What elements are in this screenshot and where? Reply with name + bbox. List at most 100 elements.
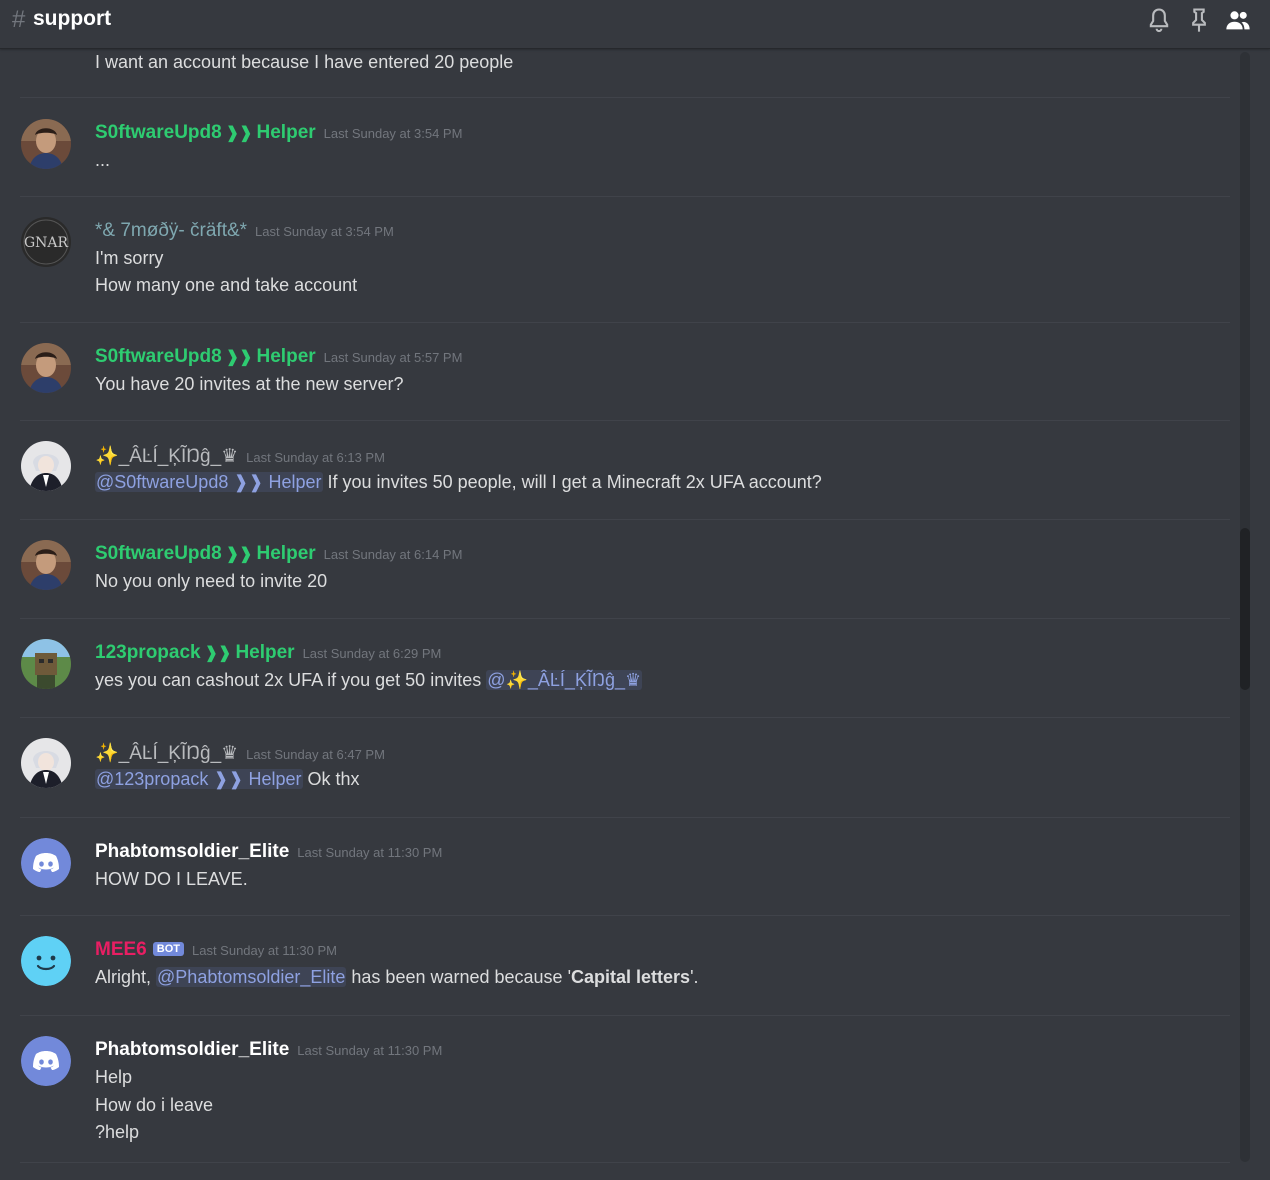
user-mention[interactable]: @123propack ❱❱ Helper	[95, 769, 303, 789]
message-divider	[20, 1162, 1230, 1163]
message-text: Alright, @Phabtomsoldier_Elite has been …	[95, 967, 699, 988]
user-mention[interactable]: @S0ftwareUpd8 ❱❱ Helper	[95, 472, 323, 492]
message-text: ...	[95, 150, 111, 170]
message-text: HOW DO I LEAVE.	[95, 869, 248, 889]
message-header: S0ftwareUpd8 ❱❱ Helper Last Sunday at 5:57 …	[95, 346, 462, 370]
timestamp: Last Sunday at 6:13 PM	[246, 450, 385, 465]
members-icon[interactable]	[1224, 6, 1252, 34]
role-label: Helper	[256, 122, 316, 143]
message-text-before: yes you can cashout 2x UFA if you get 50…	[95, 670, 487, 690]
timestamp: Last Sunday at 11:30 PM	[297, 845, 443, 860]
user-avatar[interactable]	[21, 441, 71, 491]
username[interactable]: Phabtomsoldier_Elite	[95, 841, 289, 862]
timestamp: Last Sunday at 11:30 PM	[297, 1043, 443, 1058]
role-chevron-icon: ❱❱	[225, 349, 253, 366]
message-header: Phabtomsoldier_Elite Last Sunday at 11:30…	[95, 1039, 442, 1063]
username[interactable]: S0ftwareUpd8	[95, 346, 222, 367]
role-label: Helper	[256, 543, 316, 564]
bot-tag: BOT	[152, 942, 184, 956]
scrollbar-thumb[interactable]	[1240, 528, 1250, 690]
username[interactable]: Phabtomsoldier_Elite	[95, 1039, 289, 1060]
timestamp: Last Sunday at 6:47 PM	[246, 747, 385, 762]
username[interactable]: S0ftwareUpd8	[95, 122, 222, 143]
user-avatar[interactable]	[21, 738, 71, 788]
timestamp: Last Sunday at 6:29 PM	[302, 646, 442, 661]
timestamp: Last Sunday at 5:57 PM	[323, 350, 463, 365]
message-divider	[20, 717, 1230, 718]
message[interactable]: Phabtomsoldier_Elite Last Sunday at 11:30…	[20, 1036, 1230, 1166]
message[interactable]: S0ftwareUpd8 ❱❱ Helper Last Sunday at 6:14 …	[20, 540, 1230, 620]
message-header: *& 7møðÿ- čräft&* Last Sunday at 3:54 PM	[95, 220, 394, 244]
user-avatar[interactable]	[21, 119, 71, 169]
message-text: I want an account because I have entered…	[95, 52, 514, 72]
message-divider	[20, 97, 1230, 98]
message-header: ✨_ÂĿÍ_ĶĨŊĝ_♛ Last Sunday at 6:13 PM	[95, 444, 385, 468]
timestamp: Last Sunday at 3:54 PM	[255, 224, 394, 239]
role-chevron-icon: ❱❱	[225, 125, 253, 142]
message-header: ✨_ÂĿÍ_ĶĨŊĝ_♛ Last Sunday at 6:47 PM	[95, 741, 385, 765]
user-avatar[interactable]: GNAR	[21, 217, 71, 267]
bot-avatar[interactable]	[21, 936, 71, 986]
timestamp: Last Sunday at 11:30 PM	[191, 943, 338, 958]
pin-icon[interactable]	[1185, 6, 1213, 34]
message-text: I'm sorry	[95, 248, 164, 268]
message-divider	[20, 322, 1230, 323]
username[interactable]: MEE6	[95, 939, 147, 960]
message-text: No you only need to invite 20	[95, 571, 328, 591]
user-avatar[interactable]	[21, 540, 71, 590]
discord-default-avatar[interactable]	[21, 838, 71, 888]
message-header: 123propack ❱❱ Helper Last Sunday at 6:29 PM	[95, 642, 441, 666]
message[interactable]: S0ftwareUpd8 ❱❱ Helper Last Sunday at 3:54 …	[20, 119, 1230, 199]
username[interactable]: ✨_ÂĿÍ_ĶĨŊĝ_♛	[95, 743, 238, 764]
message[interactable]: MEE6 BOT Last Sunday at 11:30 PM Alright, …	[20, 936, 1230, 1016]
message-text: Help	[95, 1067, 133, 1087]
role-chevron-icon: ❱❱	[225, 546, 253, 563]
message-text: @123propack ❱❱ Helper Ok thx	[95, 769, 360, 790]
role-chevron-icon: ❱❱	[204, 645, 232, 662]
message[interactable]: ✨_ÂĿÍ_ĶĨŊĝ_♛ Last Sunday at 6:13 PM @S0ft…	[20, 441, 1230, 521]
message[interactable]: GNAR *& 7møðÿ- čräft&* Last Sunday at 3:5…	[20, 217, 1230, 327]
channel-name: support	[33, 7, 112, 30]
message-divider	[20, 817, 1230, 818]
message-text-after: '.	[690, 967, 699, 987]
username[interactable]: S0ftwareUpd8	[95, 543, 222, 564]
message-divider	[20, 420, 1230, 421]
message-header: MEE6 BOT Last Sunday at 11:30 PM	[95, 939, 337, 963]
message-divider	[20, 1015, 1230, 1016]
user-mention[interactable]: @Phabtomsoldier_Elite	[156, 967, 347, 987]
message-text-after: If you invites 50 people, will I get a M…	[322, 472, 822, 492]
message-text: You have 20 invites at the new server?	[95, 374, 404, 394]
username[interactable]: ✨_ÂĿÍ_ĶĨŊĝ_♛	[95, 446, 238, 467]
user-mention[interactable]: @✨_ÂĿÍ_ĶĨŊĝ_♛	[486, 670, 643, 690]
bell-icon[interactable]	[1145, 6, 1173, 34]
message-text: How many one and take account	[95, 275, 358, 295]
role-label: Helper	[256, 346, 316, 367]
username[interactable]: 123propack	[95, 642, 201, 663]
message-text-mid: has been warned because '	[346, 967, 572, 987]
bold-text: Capital letters	[571, 967, 691, 987]
message[interactable]: I want an account because I have entered…	[20, 49, 1230, 99]
message[interactable]: S0ftwareUpd8 ❱❱ Helper Last Sunday at 5:57 …	[20, 343, 1230, 423]
timestamp: Last Sunday at 6:14 PM	[323, 547, 463, 562]
user-avatar[interactable]	[21, 639, 71, 689]
message-divider	[20, 519, 1230, 520]
user-avatar[interactable]	[21, 343, 71, 393]
message-divider	[20, 196, 1230, 197]
channel-hash-icon: #	[12, 6, 26, 33]
message-text: yes you can cashout 2x UFA if you get 50…	[95, 670, 643, 691]
message-divider	[20, 618, 1230, 619]
message[interactable]: ✨_ÂĿÍ_ĶĨŊĝ_♛ Last Sunday at 6:47 PM @123p…	[20, 738, 1230, 818]
message-text: @S0ftwareUpd8 ❱❱ Helper If you invites 5…	[95, 472, 822, 493]
message-text: How do i leave	[95, 1095, 214, 1115]
message-header: S0ftwareUpd8 ❱❱ Helper Last Sunday at 3:54 …	[95, 122, 462, 146]
channel-header: # support	[0, 0, 1270, 49]
message-text-before: Alright,	[95, 967, 157, 987]
discord-default-avatar[interactable]	[21, 1036, 71, 1086]
username[interactable]: *& 7møðÿ- čräft&*	[95, 220, 247, 241]
message-text-after: Ok thx	[302, 769, 360, 789]
message[interactable]: Phabtomsoldier_Elite Last Sunday at 11:30…	[20, 838, 1230, 918]
role-label: Helper	[235, 642, 295, 663]
message[interactable]: 123propack ❱❱ Helper Last Sunday at 6:29 PM…	[20, 639, 1230, 719]
timestamp: Last Sunday at 3:54 PM	[323, 126, 463, 141]
message-list[interactable]: I want an account because I have entered…	[0, 49, 1236, 1180]
